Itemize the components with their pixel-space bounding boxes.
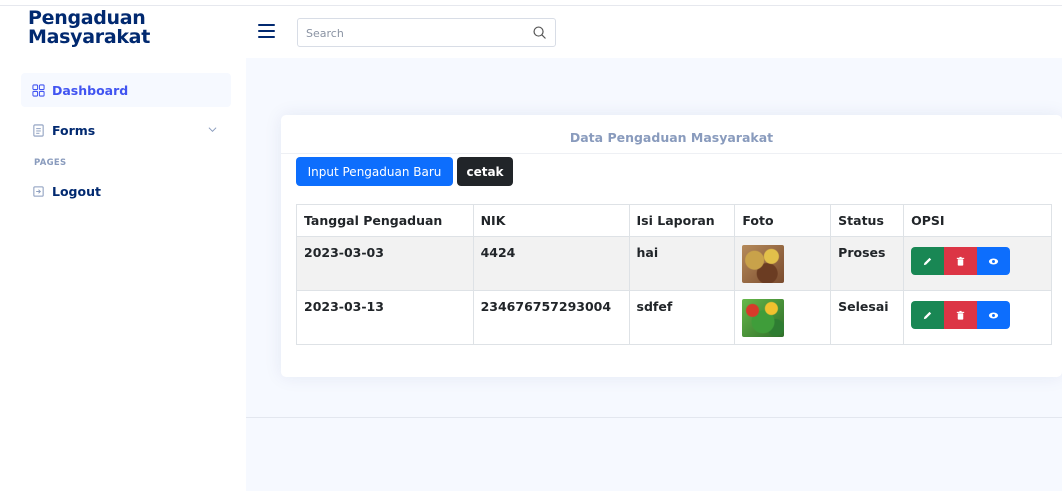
footer-divider — [246, 417, 1062, 418]
column-header-options: OPSI — [903, 204, 1052, 237]
search-icon[interactable] — [532, 25, 547, 40]
column-header-photo: Foto — [734, 204, 832, 237]
sidebar-item-label: Dashboard — [52, 82, 129, 98]
cell-nik: 234676757293004 — [472, 290, 630, 345]
cell-status: Proses — [830, 236, 905, 291]
cell-photo — [734, 236, 832, 291]
pencil-icon — [923, 311, 932, 319]
complaints-card: Data Pengaduan Masyarakat Input Pengadua… — [281, 115, 1062, 377]
row-actions — [911, 301, 1044, 329]
delete-button[interactable] — [944, 301, 978, 329]
sidebar: Dashboard Forms PAGES Logout — [0, 58, 246, 491]
cell-options — [903, 290, 1052, 345]
cell-status: Selesai — [830, 290, 905, 345]
box-arrow-icon — [33, 185, 44, 197]
trash-icon — [956, 256, 965, 266]
journal-text-icon — [33, 123, 44, 137]
sidebar-item-label: Logout — [52, 183, 101, 199]
sidebar-item-forms[interactable]: Forms — [21, 113, 231, 147]
trash-icon — [956, 310, 965, 320]
cell-report: hai — [628, 236, 736, 291]
edit-button[interactable] — [911, 301, 945, 329]
complaints-table: Tanggal Pengaduan NIK Isi Laporan Foto S… — [296, 204, 1052, 345]
delete-button[interactable] — [944, 247, 978, 275]
row-actions — [911, 247, 1044, 275]
cell-report: sdfef — [628, 290, 736, 345]
eye-icon — [989, 311, 999, 319]
divider — [281, 153, 1062, 154]
edit-button[interactable] — [911, 247, 945, 275]
sidebar-item-label: Forms — [52, 122, 96, 138]
table-header-row: Tanggal Pengaduan NIK Isi Laporan Foto S… — [296, 204, 1052, 237]
view-button[interactable] — [977, 301, 1011, 329]
sidebar-item-logout[interactable]: Logout — [21, 174, 231, 208]
cell-options — [903, 236, 1052, 291]
cell-photo — [734, 290, 832, 345]
cell-date: 2023-03-13 — [296, 290, 474, 345]
pages-heading: PAGES — [34, 158, 67, 168]
column-header-nik: NIK — [472, 204, 630, 237]
table-row: 2023-03-13 234676757293004 sdfef Selesai — [296, 290, 1052, 345]
input-new-complaint-button[interactable]: Input Pengaduan Baru — [296, 157, 453, 186]
eye-icon — [989, 257, 999, 265]
logo-line-2: Masyarakat — [28, 26, 150, 48]
cell-nik: 4424 — [472, 236, 630, 291]
table-row: 2023-03-03 4424 hai Proses — [296, 236, 1052, 291]
column-header-date: Tanggal Pengaduan — [296, 204, 474, 237]
vegetables-photo[interactable] — [742, 299, 785, 337]
column-header-report: Isi Laporan — [628, 204, 736, 237]
main-content: Data Pengaduan Masyarakat Input Pengadua… — [246, 58, 1062, 491]
search-bar — [297, 18, 556, 47]
search-input[interactable] — [306, 24, 516, 42]
view-button[interactable] — [977, 247, 1011, 275]
logo[interactable]: Pengaduan Masyarakat — [28, 9, 188, 47]
food-photo[interactable] — [742, 245, 785, 283]
print-button[interactable]: cetak — [457, 157, 513, 186]
menu-toggle-icon[interactable] — [258, 24, 275, 38]
sidebar-item-dashboard[interactable]: Dashboard — [21, 73, 231, 107]
column-header-status: Status — [830, 204, 905, 237]
grid-icon — [32, 83, 45, 97]
pencil-icon — [923, 257, 932, 265]
chevron-down-icon — [208, 127, 217, 133]
cell-date: 2023-03-03 — [296, 236, 474, 291]
top-border — [0, 5, 1062, 6]
card-title: Data Pengaduan Masyarakat — [569, 130, 774, 145]
header: Pengaduan Masyarakat — [0, 0, 1062, 58]
